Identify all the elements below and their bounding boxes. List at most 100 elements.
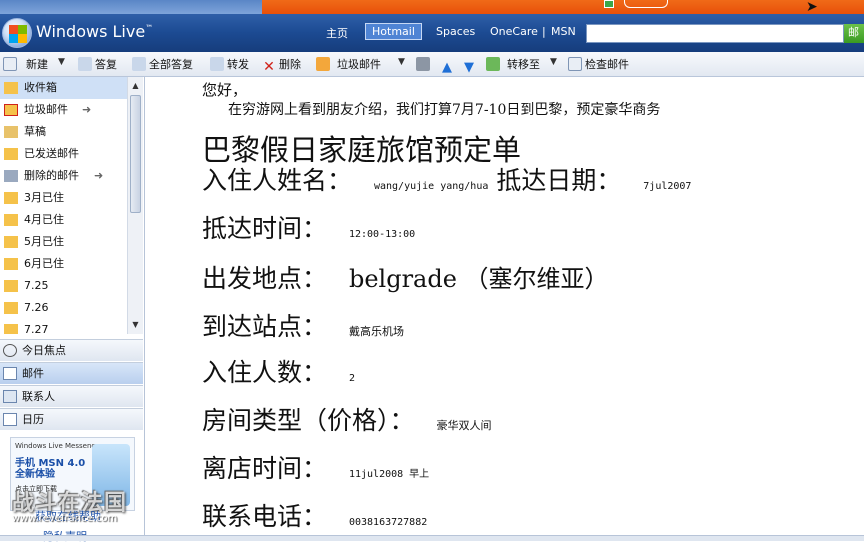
field-label: 入住人姓名： [202,166,353,195]
field-value: 7jul2007 [643,181,692,192]
drafts-icon [4,126,18,138]
folder-list: 收件箱 垃圾邮件 ➜ 草稿 已发送邮件 删除的邮件 ➜ 3月已住 4月已住 5月已住… [0,77,127,334]
reply-button[interactable]: 答复 [78,57,117,73]
folder-icon [4,214,18,226]
folder-7-25[interactable]: 7.25 [0,275,127,297]
new-button[interactable]: 新建 [3,57,48,73]
folder-icon [4,324,18,334]
field-label: 入住人数： [202,358,328,387]
field-arrival-time: 抵达时间： 12:00-13:00 [202,209,415,245]
forward-icon [210,57,224,71]
move-dropdown-arrow[interactable]: ▼ [550,57,557,67]
clock-icon [3,344,17,357]
folder-june[interactable]: 6月已住 [0,253,127,275]
folder-icon [4,280,18,292]
move-to-button[interactable]: 转移至 [486,57,540,73]
mail-icon [3,367,17,380]
folder-scrollbar[interactable]: ▲ ▼ [127,77,143,334]
check-mail-icon [568,57,582,71]
watermark-url: www.revefrance.com [12,513,118,524]
down-arrow-icon: ▼ [464,60,474,75]
nav-mail[interactable]: 邮件 [0,362,143,384]
windows-logo-icon[interactable] [2,18,32,48]
field-value: 戴高乐机场 [348,325,404,338]
reply-all-button[interactable]: 全部答复 [132,57,193,73]
junk-icon [316,57,330,71]
nav-spaces[interactable]: Spaces [436,25,475,38]
check-mail-button[interactable]: 检查邮件 [568,57,629,73]
up-arrow-icon: ▲ [442,60,452,75]
field-label: 离店时间： [202,454,328,483]
nav-onecare[interactable]: OneCare [490,25,538,38]
next-button[interactable]: ▼ [462,57,479,75]
new-dropdown-arrow[interactable]: ▼ [58,57,65,67]
folder-drafts[interactable]: 草稿 [0,121,127,143]
mouse-cursor-icon: ➤ [806,0,818,15]
folder-march[interactable]: 3月已住 [0,187,127,209]
brand-title[interactable]: Windows Live™ [36,22,153,41]
folder-inbox[interactable]: 收件箱 [0,77,127,99]
scroll-down-icon[interactable]: ▼ [128,318,143,332]
field-value: belgrade （塞尔维亚） [348,265,609,293]
search-button[interactable]: 邮 [844,24,864,43]
ad-headline: 手机 MSN 4.0 全新体验 [15,458,86,480]
field-label: 出发地点： [202,264,328,293]
reply-all-icon [132,57,146,71]
print-button[interactable] [416,57,433,73]
nav-separator: | [542,25,546,38]
empty-deleted-icon[interactable]: ➜ [94,165,103,187]
orange-banner [262,0,864,14]
nav-calendar[interactable]: 日历 [0,408,143,430]
field-guests: 入住人数： 2 [202,353,355,389]
delete-x-icon: ✕ [263,59,275,75]
field-value: 豪华双人间 [436,419,492,432]
nav-home[interactable]: 主页 [326,25,348,41]
field-label: 到达站点： [202,312,328,341]
field-label: 联系电话： [202,502,328,531]
top-strip: ➤ [0,0,864,14]
folder-may[interactable]: 5月已住 [0,231,127,253]
folder-icon [4,258,18,270]
inbox-icon [4,82,18,94]
folder-april[interactable]: 4月已住 [0,209,127,231]
folder-icon [4,192,18,204]
toolbar: 新建 ▼ 答复 全部答复 转发 ✕ 删除 垃圾邮件 ▼ ▲ ▼ 转移至 ▼ 检查邮… [0,52,864,77]
field-room-type: 房间类型（价格）： 豪华双人间 [202,401,491,437]
empty-junk-icon[interactable]: ➜ [82,99,91,121]
delete-button[interactable]: ✕ 删除 [262,57,301,75]
header-bar: Windows Live™ 主页 Hotmail Spaces OneCare … [0,14,864,52]
tray-shape [624,0,668,8]
folder-7-26[interactable]: 7.26 [0,297,127,319]
folder-icon [4,302,18,314]
junk-button[interactable]: 垃圾邮件 [316,57,381,73]
ad-brand: Windows Live Messenger [15,442,104,450]
sidebar: 收件箱 垃圾邮件 ➜ 草稿 已发送邮件 删除的邮件 ➜ 3月已住 4月已住 5月已住… [0,77,145,543]
field-value: 12:00-13:00 [348,229,416,240]
folder-7-27[interactable]: 7.27 [0,319,127,334]
field-value: 0038163727882 [348,517,428,528]
tray-icon [604,0,614,8]
scroll-thumb[interactable] [130,95,141,213]
folder-deleted[interactable]: 删除的邮件 ➜ [0,165,127,187]
folder-icon [4,236,18,248]
field-value: 2 [348,373,355,384]
forward-button[interactable]: 转发 [210,57,249,73]
nav-msn[interactable]: MSN [551,25,576,38]
reply-icon [78,57,92,71]
nav-today[interactable]: 今日焦点 [0,339,143,361]
bottom-scrollbar[interactable] [0,535,864,541]
field-phone: 联系电话： 0038163727882 [202,497,427,533]
print-icon [416,57,430,71]
previous-button[interactable]: ▲ [440,57,457,75]
search-input[interactable] [586,24,844,43]
sent-icon [4,148,18,160]
contacts-icon [3,390,17,403]
junk-dropdown-arrow[interactable]: ▼ [398,57,405,67]
field-departure: 出发地点： belgrade （塞尔维亚） [202,259,609,295]
folder-sent[interactable]: 已发送邮件 [0,143,127,165]
nav-hotmail[interactable]: Hotmail [365,23,422,40]
folder-junk[interactable]: 垃圾邮件 ➜ [0,99,127,121]
scroll-up-icon[interactable]: ▲ [128,79,143,93]
nav-contacts[interactable]: 联系人 [0,385,143,407]
field-value: 11jul2008 早上 [348,469,430,480]
